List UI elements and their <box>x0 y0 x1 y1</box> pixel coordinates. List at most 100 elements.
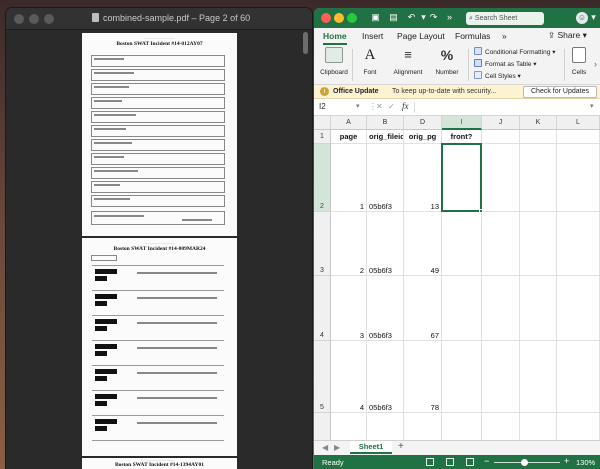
cell-b6[interactable]: 05b6f3 <box>367 413 404 440</box>
normal-view-icon[interactable] <box>426 458 434 466</box>
undo-icon[interactable]: ↶ <box>406 12 417 23</box>
zoom-out-button[interactable]: − <box>484 456 489 466</box>
cell-j2[interactable] <box>482 144 520 212</box>
account-dropdown-icon[interactable]: ▾ <box>588 12 599 23</box>
save-icon[interactable]: ▤ <box>388 12 399 23</box>
cell-j4[interactable] <box>482 276 520 341</box>
close-button[interactable] <box>14 14 24 24</box>
column-header-i[interactable]: I <box>442 116 482 130</box>
row-header-2[interactable]: 2 <box>314 144 331 212</box>
cell-l4[interactable] <box>557 276 600 341</box>
cell-i6[interactable] <box>442 413 482 440</box>
share-button[interactable]: ⇪ Share ▾ <box>548 30 587 41</box>
enter-icon[interactable]: ✓ <box>388 102 395 111</box>
check-for-updates-button[interactable]: Check for Updates <box>523 86 597 98</box>
search-sheet-field[interactable]: ⌕ Search Sheet <box>466 12 544 25</box>
cell-j3[interactable] <box>482 212 520 276</box>
cell-a5[interactable]: 4 <box>331 341 367 413</box>
cell-b3[interactable]: 05b6f3 <box>367 212 404 276</box>
cell-b5[interactable]: 05b6f3 <box>367 341 404 413</box>
zoom-slider-handle[interactable] <box>521 459 528 466</box>
column-header-a[interactable]: A <box>331 116 367 130</box>
select-all-corner[interactable] <box>314 116 331 130</box>
cell-b1[interactable]: orig_fileid <box>367 130 404 144</box>
page-layout-view-icon[interactable] <box>446 458 454 466</box>
cell-l6[interactable] <box>557 413 600 440</box>
format-as-table-button[interactable]: Format as Table ▾ <box>474 59 537 70</box>
column-header-k[interactable]: K <box>520 116 557 130</box>
row-header-5[interactable]: 5 <box>314 341 331 413</box>
cell-k6[interactable] <box>520 413 557 440</box>
name-box-dropdown-icon[interactable]: ▾ <box>356 102 360 110</box>
cell-l1[interactable] <box>557 130 600 144</box>
cell-a1[interactable]: page <box>331 130 367 144</box>
scrollbar-thumb[interactable] <box>303 32 308 54</box>
cell-i4[interactable] <box>442 276 482 341</box>
redo-icon[interactable]: ↷ <box>428 12 439 23</box>
cell-i1[interactable]: front? <box>442 130 482 144</box>
number-button[interactable]: % Number <box>431 47 463 76</box>
formula-bar-expand-icon[interactable]: ▾ <box>590 102 594 110</box>
cell-d1[interactable]: orig_pg <box>404 130 442 144</box>
row-header-3[interactable]: 3 <box>314 212 331 276</box>
row-header-4[interactable]: 4 <box>314 276 331 341</box>
cell-d4[interactable]: 67 <box>404 276 442 341</box>
cell-d6[interactable]: 93 <box>404 413 442 440</box>
cell-d5[interactable]: 78 <box>404 341 442 413</box>
minimize-button[interactable] <box>334 13 344 23</box>
column-header-b[interactable]: B <box>367 116 404 130</box>
pdf-page-1[interactable]: ———————————— Boston SWAT Incident #14-01… <box>82 33 237 236</box>
cells-button[interactable]: Cells <box>567 47 591 76</box>
cell-j1[interactable] <box>482 130 520 144</box>
minimize-button[interactable] <box>29 14 39 24</box>
zoom-button[interactable] <box>44 14 54 24</box>
cell-k3[interactable] <box>520 212 557 276</box>
tabs-overflow-icon[interactable]: » <box>502 31 507 41</box>
tab-home[interactable]: Home <box>323 31 347 41</box>
overflow-icon[interactable]: » <box>444 12 455 23</box>
pdf-document-area[interactable]: ———————————— Boston SWAT Incident #14-01… <box>6 30 312 469</box>
column-header-l[interactable]: L <box>557 116 600 130</box>
column-header-d[interactable]: D <box>404 116 442 130</box>
tab-formulas[interactable]: Formulas <box>455 31 490 41</box>
alignment-button[interactable]: ≡ Alignment <box>390 47 426 76</box>
cell-a2[interactable]: 1 <box>331 144 367 212</box>
cell-l3[interactable] <box>557 212 600 276</box>
ribbon-more-icon[interactable]: › <box>590 59 600 70</box>
row-header-1[interactable]: 1 <box>314 130 331 144</box>
account-icon[interactable]: ☺ <box>576 12 588 24</box>
cell-l5[interactable] <box>557 341 600 413</box>
cell-b2[interactable]: 05b6f3 <box>367 144 404 212</box>
cell-j6[interactable] <box>482 413 520 440</box>
cell-a4[interactable]: 3 <box>331 276 367 341</box>
font-button[interactable]: A Font <box>356 47 384 76</box>
cell-l2[interactable] <box>557 144 600 212</box>
spreadsheet-grid[interactable]: A B D I J K L 1 page orig_fileid orig_pg front? 2 1 05… <box>314 116 600 440</box>
next-sheet-icon[interactable]: ▶ <box>334 443 340 452</box>
cell-k5[interactable] <box>520 341 557 413</box>
page-break-view-icon[interactable] <box>466 458 474 466</box>
cell-a6[interactable]: 5 <box>331 413 367 440</box>
pdf-page-3[interactable]: ———————————— Boston SWAT Incident #14-13… <box>82 458 237 469</box>
cell-b4[interactable]: 05b6f3 <box>367 276 404 341</box>
cell-j5[interactable] <box>482 341 520 413</box>
close-button[interactable] <box>321 13 331 23</box>
formula-input[interactable] <box>414 102 586 113</box>
cell-k1[interactable] <box>520 130 557 144</box>
autosave-icon[interactable]: ▣ <box>370 12 381 23</box>
insert-function-icon[interactable]: fx <box>402 101 409 111</box>
cell-i5[interactable] <box>442 341 482 413</box>
conditional-formatting-button[interactable]: Conditional Formatting ▾ <box>474 47 555 58</box>
name-box[interactable]: I2 <box>319 102 326 111</box>
row-header-6[interactable]: 6 <box>314 413 331 440</box>
add-sheet-button[interactable]: + <box>398 441 404 452</box>
prev-sheet-icon[interactable]: ◀ <box>322 443 328 452</box>
cancel-icon[interactable]: ✕ <box>376 102 383 111</box>
cell-a3[interactable]: 2 <box>331 212 367 276</box>
pdf-page-2[interactable]: ———————————— Boston SWAT Incident #14-00… <box>82 238 237 456</box>
column-header-j[interactable]: J <box>482 116 520 130</box>
zoom-button[interactable] <box>347 13 357 23</box>
cell-d3[interactable]: 49 <box>404 212 442 276</box>
sheet-tab-sheet1[interactable]: Sheet1 <box>350 441 392 454</box>
tab-insert[interactable]: Insert <box>362 31 383 41</box>
